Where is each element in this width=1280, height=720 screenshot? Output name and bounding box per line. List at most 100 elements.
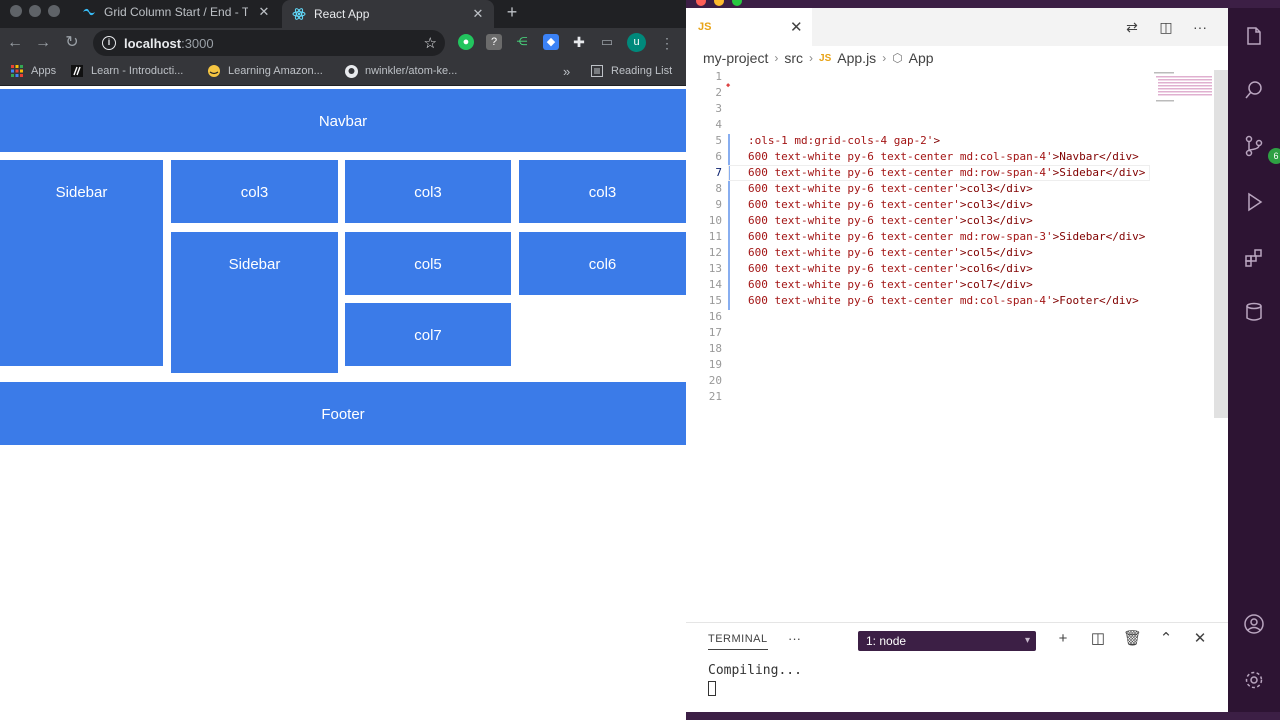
- class-string: 600 text-white py-6 text-center md:col-s…: [748, 294, 1053, 307]
- line-number: 13: [708, 262, 722, 275]
- code-line: 600 text-white py-6 text-center md:row-s…: [748, 166, 1145, 179]
- close-panel-icon[interactable]: ✕: [1191, 630, 1209, 648]
- class-string: 600 text-white py-6 text-center md:col-s…: [748, 150, 1053, 163]
- line-number: 16: [708, 310, 722, 323]
- grid-navbar: Navbar: [0, 89, 686, 152]
- overflow-chevron-icon: »: [563, 64, 571, 79]
- jsx-content: >Sidebar</div>: [1052, 166, 1146, 179]
- split-editor-icon[interactable]: ◫: [1157, 18, 1175, 36]
- activity-bar: 6: [1228, 8, 1280, 712]
- more-actions-icon[interactable]: ···: [1191, 18, 1209, 36]
- line-number: 4: [715, 118, 722, 131]
- line-number: 11: [708, 230, 722, 243]
- search-icon[interactable]: [1242, 78, 1266, 102]
- bookmarks-overflow-button[interactable]: »: [563, 64, 570, 79]
- jsx-content: >col3</div>: [959, 214, 1033, 227]
- jsx-content: >Footer</div>: [1052, 294, 1139, 307]
- window-minimize-dot[interactable]: [714, 0, 724, 6]
- database-icon[interactable]: [1242, 300, 1266, 324]
- extension-css-icon[interactable]: ◆: [543, 34, 559, 50]
- trash-icon[interactable]: 🗑: [1123, 630, 1142, 648]
- bookmark-aws[interactable]: Learning Amazon...: [207, 64, 323, 78]
- settings-gear-icon[interactable]: [1242, 668, 1266, 692]
- source-control-icon[interactable]: 6: [1242, 134, 1280, 164]
- line-number: 14: [708, 278, 722, 291]
- new-tab-button[interactable]: +: [502, 2, 522, 22]
- bookmark-github[interactable]: nwinkler/atom-ke...: [344, 64, 457, 78]
- code-line: 600 text-white py-6 text-center'>col3</d…: [748, 182, 1033, 195]
- reload-icon[interactable]: ↻: [62, 33, 82, 53]
- breadcrumb-symbol[interactable]: App: [909, 50, 934, 66]
- line-number: 19: [708, 358, 722, 371]
- bookmark-learn[interactable]: Learn - Introducti...: [70, 64, 183, 78]
- address-bar[interactable]: i localhost:3000 ☆: [93, 30, 445, 56]
- window-close-dot[interactable]: [696, 0, 706, 6]
- tab-tailwind-docs[interactable]: Grid Column Start / End - Tailw ✕: [72, 0, 280, 24]
- browser-menu-icon[interactable]: ⋮: [660, 33, 674, 53]
- new-terminal-icon[interactable]: +: [1054, 630, 1072, 648]
- maximize-panel-icon[interactable]: ⌃: [1157, 630, 1175, 648]
- account-icon[interactable]: [1242, 612, 1266, 636]
- code-line: 600 text-white py-6 text-center'>col3</d…: [748, 198, 1033, 211]
- grid-footer: Footer: [0, 382, 686, 445]
- code-line: 600 text-white py-6 text-center md:row-s…: [748, 230, 1145, 243]
- line-number: 6: [715, 150, 722, 163]
- code-line: 600 text-white py-6 text-center md:col-s…: [748, 150, 1139, 163]
- vscode-titlebar: [686, 0, 1280, 8]
- run-debug-icon[interactable]: [1242, 190, 1266, 214]
- vertical-scrollbar[interactable]: [1214, 70, 1228, 418]
- terminal-panel: TERMINAL ··· 1: node ▾ + ◫ 🗑 ⌃ ✕ Compili…: [686, 622, 1228, 712]
- jsx-content: >col6</div>: [959, 262, 1033, 275]
- cast-icon[interactable]: ▭: [599, 34, 615, 50]
- share-icon[interactable]: ⋲: [514, 34, 530, 50]
- extension-green-icon[interactable]: ●: [458, 34, 474, 50]
- tab-title: React App: [314, 7, 370, 21]
- minimap[interactable]: [1152, 70, 1214, 110]
- forward-arrow-icon[interactable]: →: [33, 33, 53, 53]
- reading-list-button[interactable]: Reading List: [590, 64, 672, 78]
- class-string: 600 text-white py-6 text-center': [748, 214, 960, 227]
- open-changes-icon[interactable]: ⇄: [1123, 18, 1141, 36]
- window-maximize-dot[interactable]: [48, 5, 60, 17]
- tab-terminal[interactable]: TERMINAL: [708, 633, 768, 650]
- bookmark-label: nwinkler/atom-ke...: [365, 65, 458, 77]
- bookmark-star-icon[interactable]: ☆: [424, 34, 437, 52]
- close-icon[interactable]: ✕: [256, 4, 272, 20]
- close-icon[interactable]: ✕: [470, 6, 486, 22]
- terminal-selector[interactable]: 1: node ▾: [858, 631, 1036, 651]
- editor-tab-app-js[interactable]: JS ✕: [686, 8, 812, 46]
- code-editor[interactable]: 1 2 3 4 5 6 7 8 9 10 11 12 13 14 15 16 17 18 19 20 21 ◆ :ols…: [686, 70, 1228, 606]
- site-info-icon[interactable]: i: [102, 36, 116, 50]
- class-string: 600 text-white py-6 text-center': [748, 198, 960, 211]
- grid-col3-b: col3: [345, 160, 511, 223]
- window-maximize-dot[interactable]: [732, 0, 742, 6]
- line-number: 10: [708, 214, 722, 227]
- bookmark-apps[interactable]: Apps: [10, 64, 56, 78]
- code-line: 600 text-white py-6 text-center'>col3</d…: [748, 214, 1033, 227]
- breadcrumb-file[interactable]: App.js: [837, 50, 876, 66]
- window-minimize-dot[interactable]: [29, 5, 41, 17]
- extensions-puzzle-icon[interactable]: ✚: [571, 34, 587, 50]
- line-number: 8: [715, 182, 722, 195]
- split-terminal-icon[interactable]: ◫: [1089, 630, 1107, 648]
- breadcrumb-folder-src[interactable]: src: [784, 50, 803, 66]
- github-icon: [344, 64, 358, 78]
- back-arrow-icon[interactable]: ←: [5, 33, 25, 53]
- panel-more-icon[interactable]: ···: [788, 631, 801, 646]
- window-close-dot[interactable]: [10, 5, 22, 17]
- explorer-icon[interactable]: [1242, 24, 1266, 48]
- close-icon[interactable]: ✕: [790, 18, 803, 36]
- grid-sidebar-2: Sidebar: [171, 232, 338, 373]
- chevron-right-icon: ›: [809, 51, 814, 65]
- extensions-icon[interactable]: [1242, 246, 1266, 270]
- terminal-selected-label: 1: node: [866, 634, 907, 648]
- profile-avatar[interactable]: u: [627, 33, 646, 52]
- browser-toolbar: ← → ↻ i localhost:3000 ☆ ● ? ⋲ ◆ ✚ ▭ u ⋮: [0, 28, 686, 58]
- jsx-content: >Navbar</div>: [1052, 150, 1139, 163]
- class-string: 600 text-white py-6 text-center': [748, 246, 960, 259]
- tab-react-app[interactable]: React App ✕: [282, 0, 494, 28]
- line-number: 1: [715, 70, 722, 83]
- breadcrumb-folder-project[interactable]: my-project: [703, 50, 768, 66]
- extension-help-icon[interactable]: ?: [486, 34, 502, 50]
- jsx-content: >col3</div>: [959, 198, 1033, 211]
